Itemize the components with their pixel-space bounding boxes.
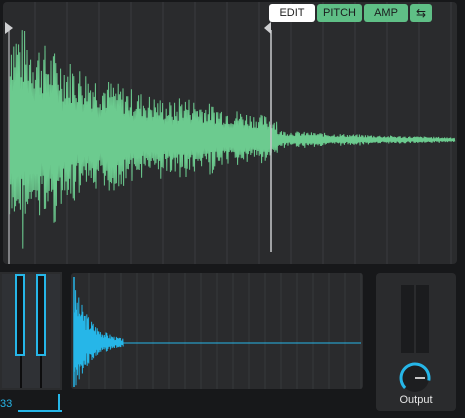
range-underline (18, 410, 62, 412)
pitch-button[interactable]: PITCH (317, 4, 362, 22)
note-number: 33 (0, 398, 13, 410)
output-panel: Output (376, 273, 456, 411)
output-label: Output (399, 394, 433, 406)
output-meter-right (416, 285, 429, 353)
amp-button[interactable]: AMP (364, 4, 408, 22)
output-meter-left (401, 285, 414, 353)
range-bracket (58, 394, 60, 410)
sample-waveform-display[interactable]: EDIT PITCH AMP ⇆ (3, 2, 457, 264)
envelope-graph (73, 273, 362, 389)
output-knob[interactable] (398, 361, 432, 395)
envelope-display[interactable] (71, 273, 363, 389)
envelope-grid (88, 273, 362, 389)
waveform-graph (5, 2, 456, 264)
swap-arrows-icon[interactable]: ⇆ (410, 4, 432, 22)
note-selector[interactable]: 33 (0, 390, 62, 412)
keyboard-panel (0, 272, 62, 390)
black-key-selected[interactable] (36, 274, 46, 356)
waveform (8, 30, 456, 249)
black-key-selected[interactable] (15, 274, 25, 356)
edit-button[interactable]: EDIT (269, 4, 315, 22)
display-mode-toolbar: EDIT PITCH AMP ⇆ (269, 4, 432, 24)
